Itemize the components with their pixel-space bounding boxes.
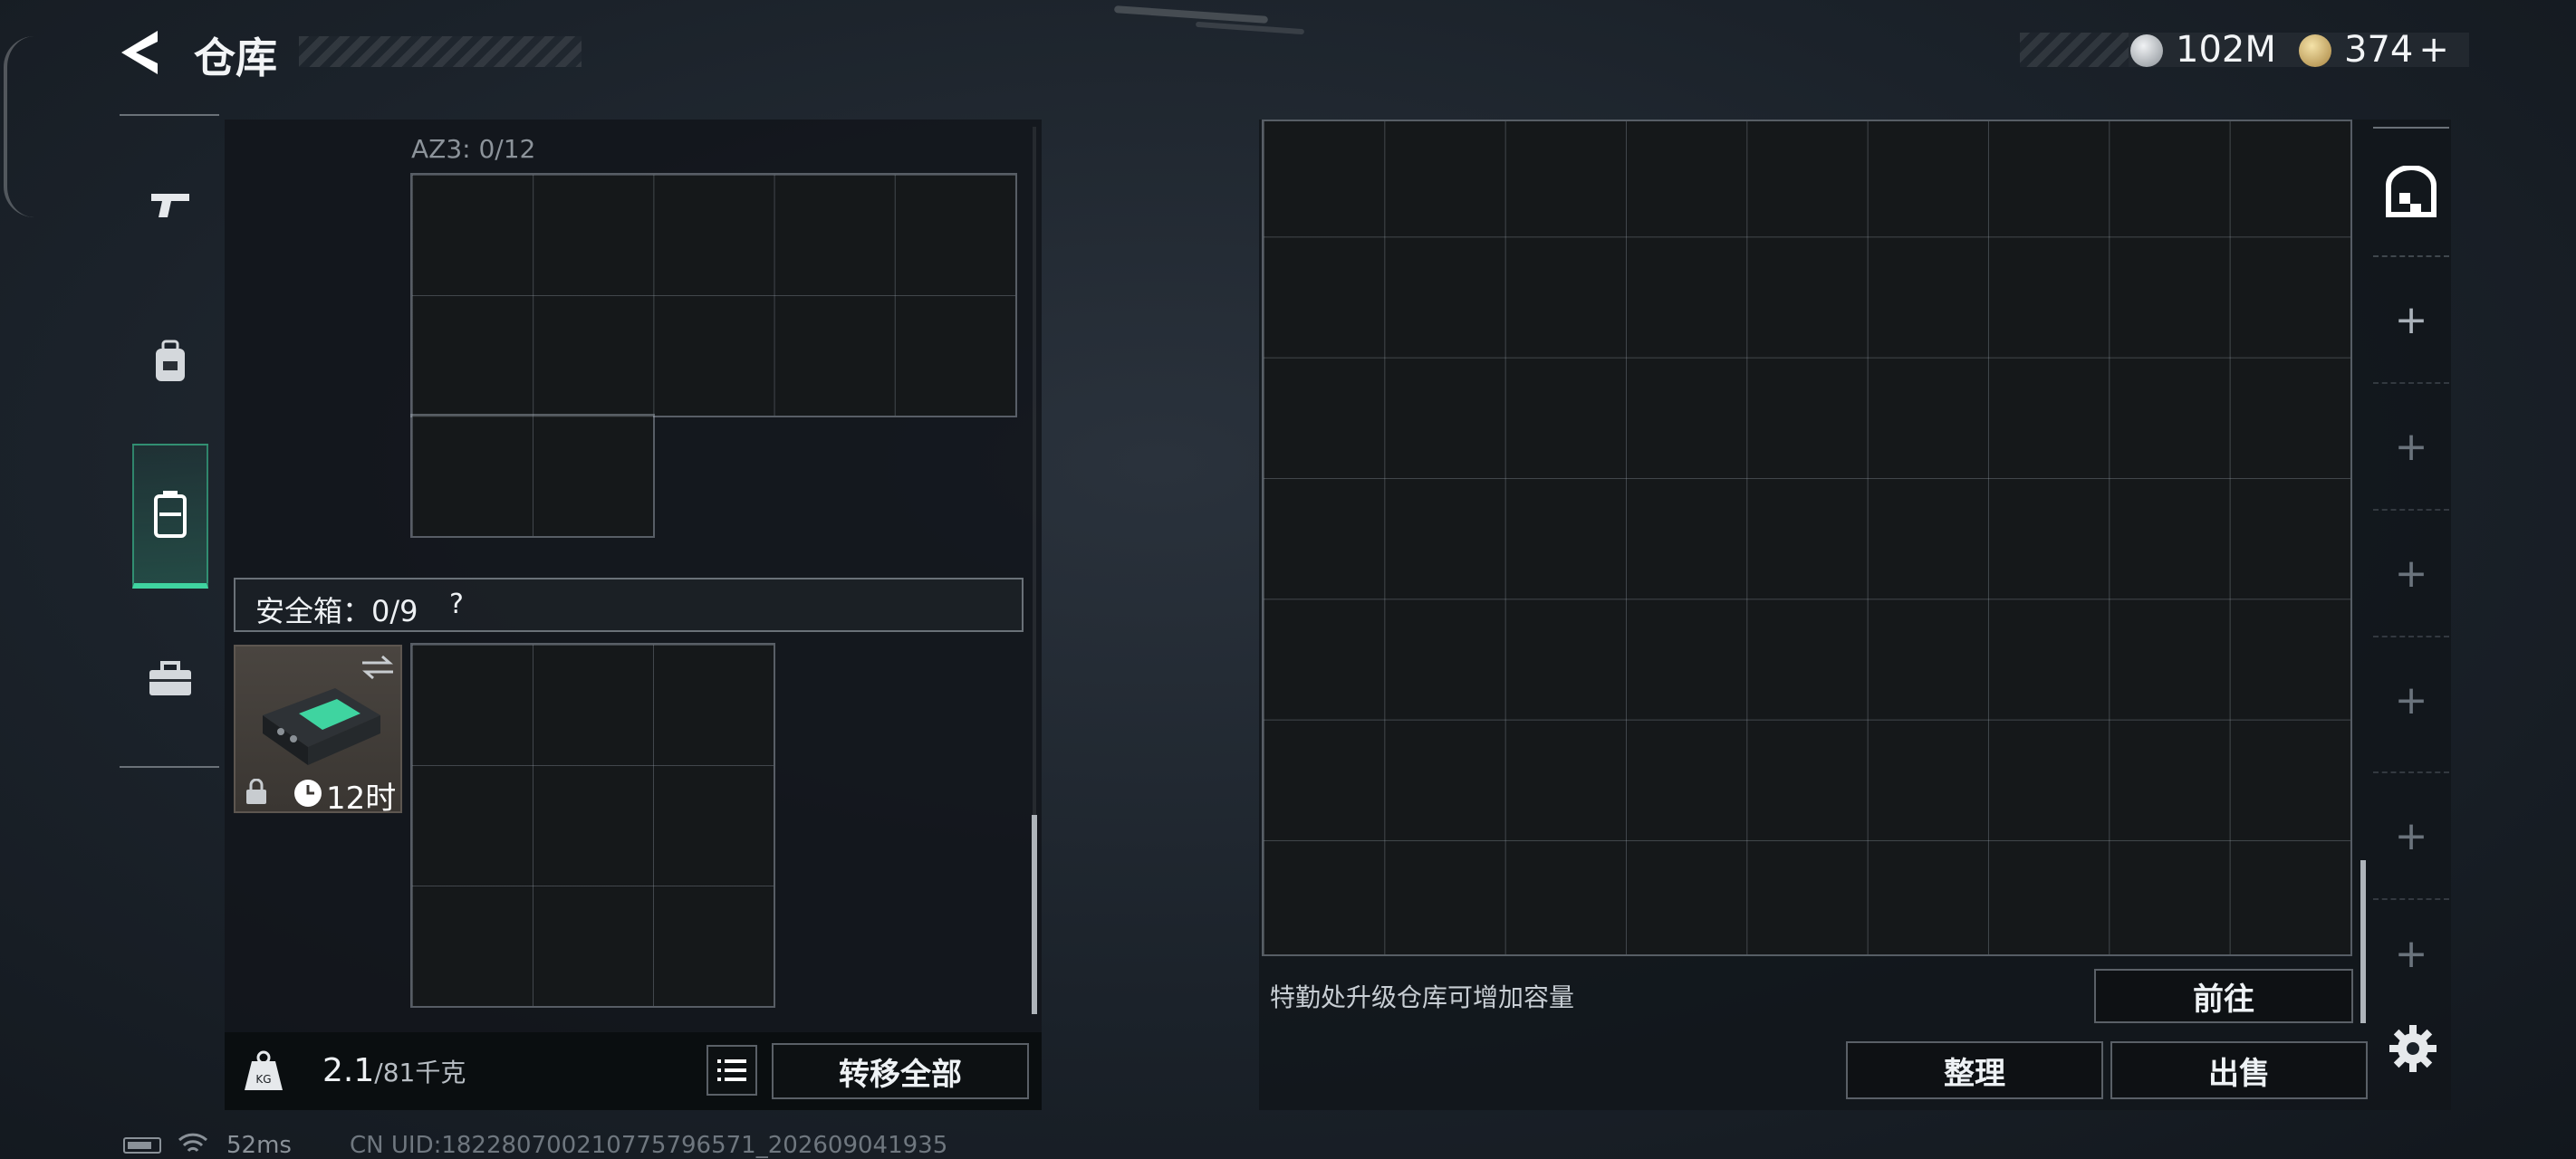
add-warehouse-slot[interactable]: + — [2373, 509, 2449, 636]
transfer-all-button[interactable]: 转移全部 — [772, 1043, 1029, 1099]
user-uid: CN UID:182280700210775796571_20260904193… — [350, 1132, 948, 1159]
organize-button[interactable]: 整理 — [1846, 1041, 2103, 1099]
goto-button[interactable]: 前往 — [2094, 969, 2353, 1023]
swap-icon[interactable] — [360, 654, 395, 681]
background-light-streak — [1195, 21, 1305, 35]
list-icon — [717, 1059, 746, 1081]
az3-capacity-label: AZ3: 0/12 — [411, 134, 536, 164]
tab-weapons[interactable] — [132, 132, 208, 277]
toolbox-icon — [149, 661, 191, 695]
current-weight: 2.1 — [322, 1052, 375, 1089]
add-warehouse-slot[interactable]: + — [2373, 255, 2449, 382]
currency-hatch-decoration — [2020, 33, 2129, 67]
max-weight: /81千克 — [374, 1058, 466, 1087]
back-button[interactable] — [118, 27, 163, 78]
safebox-capacity-label: 安全箱：0/9 — [255, 594, 418, 628]
add-warehouse-slot[interactable]: + — [2373, 898, 2449, 1007]
add-currency-button[interactable]: + — [2418, 29, 2449, 71]
page-title: 仓库 — [194, 34, 277, 82]
tab-backpack[interactable] — [132, 290, 208, 435]
settings-button[interactable] — [2388, 1023, 2438, 1074]
warehouse-grid[interactable] — [1262, 120, 2352, 956]
az3-grid-upper[interactable] — [410, 173, 1017, 417]
pistol-icon — [151, 194, 189, 217]
title-hatch-decoration — [299, 36, 582, 67]
safebox-case-icon — [263, 688, 380, 765]
az3-grid-lower[interactable] — [410, 414, 655, 538]
background-light-streak — [1113, 5, 1269, 24]
upgrade-hint: 特勤处升级仓库可增加容量 — [1270, 982, 1575, 1012]
silver-coin-icon — [2130, 34, 2163, 67]
list-view-button[interactable] — [706, 1045, 757, 1096]
sell-button[interactable]: 出售 — [2110, 1041, 2368, 1099]
vest-icon — [154, 491, 187, 538]
add-warehouse-slot[interactable]: + — [2373, 382, 2449, 509]
safebox-help-button[interactable]: ? — [449, 589, 464, 620]
safebox-timer: 12时 — [326, 781, 397, 817]
lock-icon — [246, 779, 266, 804]
backpack-icon — [156, 340, 185, 381]
gear-icon — [2389, 1025, 2437, 1072]
silver-currency-value: 102M — [2176, 29, 2276, 71]
right-panel-scrollbar[interactable] — [2360, 860, 2366, 1023]
kg-weight-icon: KG — [245, 1050, 283, 1090]
left-panel-scrollbar[interactable] — [1032, 815, 1037, 1014]
safebox-header: 安全箱：0/9 ? — [234, 578, 1024, 632]
safebox-grid[interactable] — [410, 643, 775, 1008]
wifi-icon — [178, 1133, 208, 1153]
battery-icon — [123, 1137, 161, 1154]
tab-vest[interactable] — [132, 444, 208, 589]
gold-currency-value: 374 — [2344, 29, 2414, 71]
warehouse-icon — [2386, 166, 2437, 217]
svg-text:KG: KG — [255, 1073, 271, 1086]
add-warehouse-slot[interactable]: + — [2373, 771, 2449, 898]
warehouse-tab-main[interactable] — [2373, 154, 2449, 230]
safebox-item[interactable]: 12时 — [234, 645, 402, 817]
gold-coin-icon — [2299, 34, 2331, 67]
ping-readout: 52ms — [226, 1132, 292, 1159]
add-warehouse-slot[interactable]: + — [2373, 636, 2449, 762]
tab-tools[interactable] — [132, 607, 208, 752]
back-arrow-icon — [121, 31, 158, 74]
left-edge-arc — [4, 36, 34, 217]
clock-icon — [294, 780, 322, 807]
